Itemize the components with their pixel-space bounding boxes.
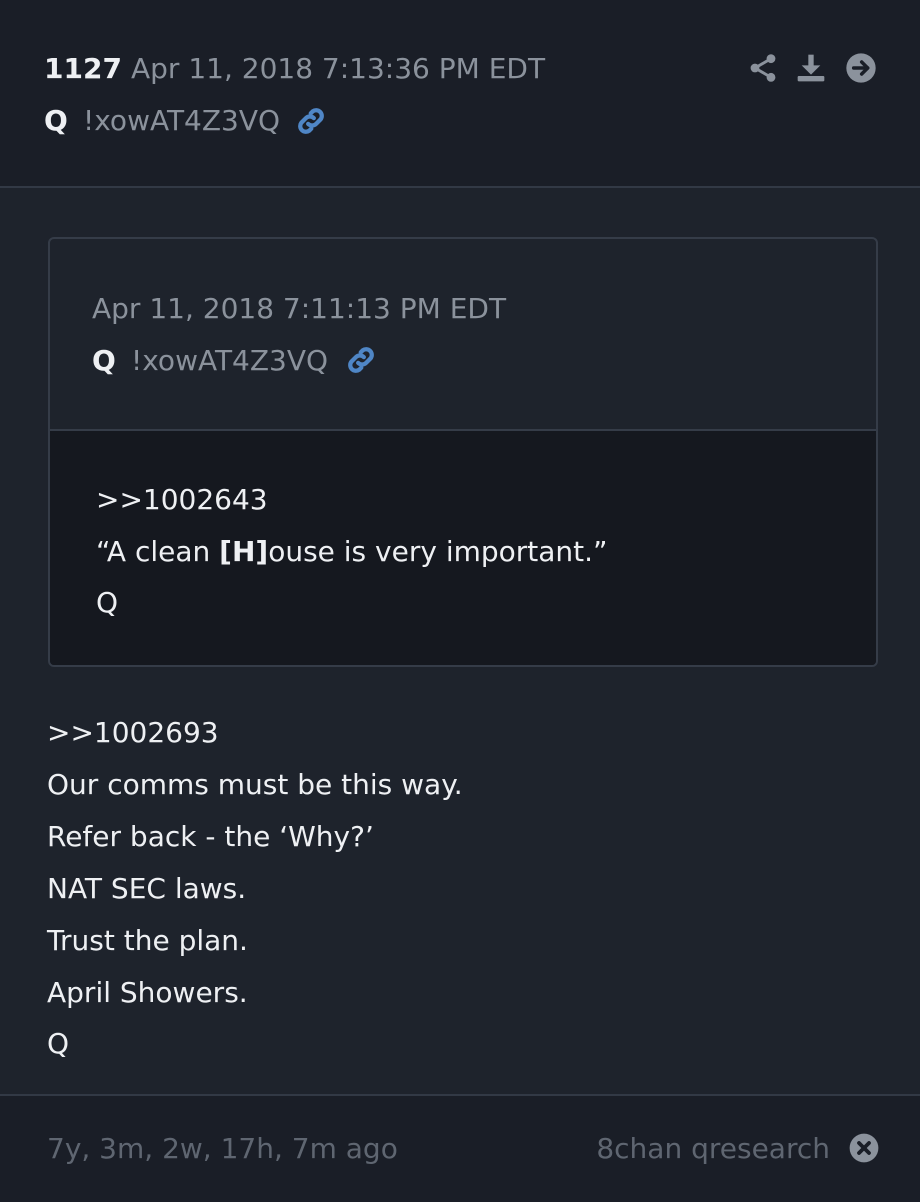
arrow-right-circle-icon[interactable] [845, 52, 877, 84]
quoted-text-post: ouse is very important.” [268, 535, 608, 568]
quoted-signature: Q [96, 586, 119, 619]
quoted-text-bold: [H] [219, 535, 269, 568]
author-name: Q [44, 104, 68, 137]
message-line: Refer back - the ‘Why?’ [47, 820, 374, 853]
post-number[interactable]: 1127 [44, 52, 122, 85]
post-header: 1127 Apr 11, 2018 7:13:36 PM EDT Q !xowA… [0, 0, 920, 188]
source-label: 8chan qresearch [596, 1132, 830, 1165]
message-line: Our comms must be this way. [47, 768, 463, 801]
quoted-post: Apr 11, 2018 7:11:13 PM EDT Q !xowAT4Z3V… [48, 237, 878, 667]
quoted-text-line: “A clean [H]ouse is very important.” [96, 535, 608, 568]
quoted-text-pre: “A clean [96, 535, 220, 568]
post-footer: 7y, 3m, 2w, 17h, 7m ago 8chan qresearch [0, 1094, 920, 1202]
message-line: NAT SEC laws. [47, 872, 247, 905]
post-timestamp: Apr 11, 2018 7:13:36 PM EDT [131, 52, 546, 85]
link-icon[interactable] [294, 104, 328, 138]
download-icon[interactable] [795, 52, 827, 84]
message-reference-link[interactable]: >>1002693 [47, 716, 219, 749]
message-line: April Showers. [47, 976, 248, 1009]
share-icon[interactable] [747, 52, 779, 84]
author-tripcode: !xowAT4Z3VQ [83, 104, 281, 137]
quoted-post-header: Apr 11, 2018 7:11:13 PM EDT Q !xowAT4Z3V… [50, 239, 876, 431]
relative-time: 7y, 3m, 2w, 17h, 7m ago [47, 1132, 398, 1165]
link-icon[interactable] [344, 343, 378, 377]
message-signature: Q [47, 1027, 70, 1060]
quoted-author-name: Q [92, 344, 116, 377]
message-line: Trust the plan. [47, 924, 248, 957]
quoted-author-tripcode: !xowAT4Z3VQ [131, 344, 329, 377]
quoted-reference-link[interactable]: >>1002643 [96, 483, 268, 516]
quoted-post-body: >>1002643 “A clean [H]ouse is very impor… [50, 431, 876, 665]
quoted-timestamp: Apr 11, 2018 7:11:13 PM EDT [92, 292, 507, 325]
close-icon[interactable] [849, 1133, 879, 1163]
